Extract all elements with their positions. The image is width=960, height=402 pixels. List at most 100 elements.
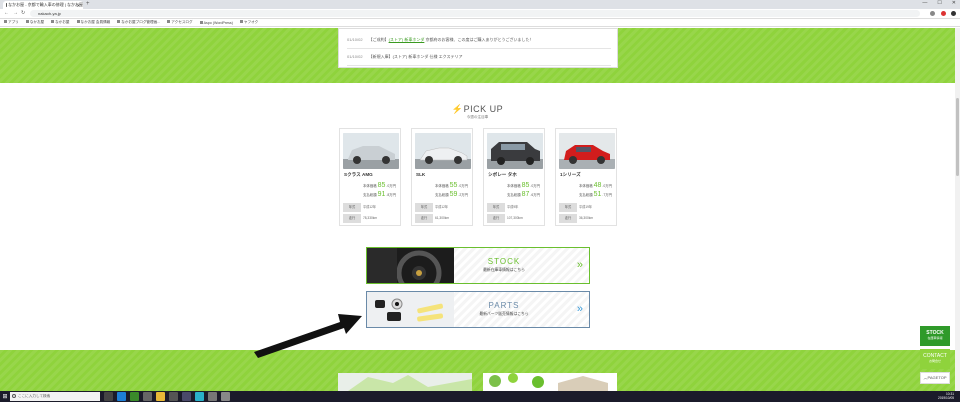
bookmark-item[interactable]: なかお屋: [51, 20, 70, 25]
car-price: 本体価格48.0万円: [579, 182, 612, 189]
app-icon[interactable]: [182, 392, 191, 401]
side-contact-subtitle: お問合せ: [928, 359, 941, 363]
bookmark-item[interactable]: なかお屋 会員情報: [76, 20, 110, 25]
pagetop-label: PAGETOP: [927, 375, 947, 380]
stock-banner-title: STOCK: [487, 257, 521, 266]
car-year: 年式 平成19年: [559, 203, 615, 212]
file-explorer-icon[interactable]: [156, 392, 165, 401]
news-link[interactable]: (ストア) 新車ホンダ: [389, 37, 425, 42]
car-name: Sクラス AMG: [344, 172, 373, 177]
search-icon: [12, 394, 16, 398]
taskbar: ⊞ ここに入力して検索 10:31 2019/10/05: [0, 391, 960, 402]
car-name: シボレー タホ: [488, 172, 517, 177]
browser-tab[interactable]: なかお屋 - 京都で輸入車の修理 | なかお屋 ✕: [3, 1, 83, 9]
green-band-bottom: [0, 350, 955, 391]
side-contact-button[interactable]: CONTACT お問合せ: [920, 349, 950, 369]
car-card[interactable]: シボレー タホ 本体価格85.0万円 支払総額87.6万円 年式 平成9年 走行 1…: [483, 128, 545, 226]
wordpress-icon: [199, 20, 203, 24]
store-icon[interactable]: [169, 392, 178, 401]
car-mileage: 走行 107,300km: [487, 214, 543, 223]
car-year: 年式 平成9年: [487, 203, 543, 212]
news-item[interactable]: 01/10/02 【新規入庫】(ストア) 新車ホンダ 仕様 エクステリア: [347, 54, 462, 60]
car-card[interactable]: Sクラス AMG 本体価格85.0万円 支払総額91.8万円 年式 平成12年 走…: [339, 128, 401, 226]
bookmark-item[interactable]: アクセスログ: [167, 20, 193, 25]
app-icon[interactable]: [208, 392, 217, 401]
close-tab-icon[interactable]: ✕: [77, 3, 80, 8]
task-view-icon[interactable]: [104, 392, 113, 401]
bookmark-item[interactable]: なかお屋ブログ管理画...: [117, 20, 160, 25]
taskbar-search-input[interactable]: ここに入力して検索: [10, 392, 100, 401]
bookmark-star-icon[interactable]: [930, 11, 935, 16]
address-bar: ← → ↻ nakaoh-ya.jp: [0, 9, 960, 19]
side-stock-subtitle: 在庫車情報: [927, 336, 943, 340]
car-price: 本体価格55.0万円: [435, 182, 468, 189]
window-controls: — ☐ ✕: [922, 0, 956, 6]
news-item[interactable]: 01/10/02 【ご成約】(ストア) 新車ホンダ 京都府のお客様、この度はご購入…: [347, 37, 533, 43]
folder-icon: [51, 20, 55, 23]
yahoo-icon: [239, 20, 243, 23]
car-mileage: 走行 61,300km: [415, 214, 471, 223]
mail-icon[interactable]: [143, 392, 152, 401]
car-price: 本体価格85.0万円: [507, 182, 540, 189]
car-total-price: 支払総額91.8万円: [363, 191, 396, 198]
link-icon: [167, 20, 171, 23]
car-price: 本体価格85.0万円: [363, 182, 396, 189]
car-total-price: 支払総額87.6万円: [507, 191, 540, 198]
new-tab-button[interactable]: +: [86, 1, 90, 7]
car-card[interactable]: 1シリーズ 本体価格48.0万円 支払総額51.7万円 年式 平成19年 走行 36…: [555, 128, 617, 226]
pagetop-button[interactable]: ︿PAGETOP: [920, 372, 950, 384]
folder-icon: [76, 20, 80, 23]
windows-start-icon[interactable]: ⊞: [0, 391, 10, 402]
car-total-price: 支払総額51.7万円: [579, 191, 612, 198]
car-year: 年式 平成12年: [343, 203, 399, 212]
chevron-right-icon: »: [576, 259, 583, 271]
app-icon[interactable]: [221, 392, 230, 401]
pickup-subtitle: 今週の注目車: [466, 115, 489, 119]
car-photo: [559, 133, 615, 169]
close-window-icon[interactable]: ✕: [952, 0, 956, 6]
divider: [347, 48, 611, 49]
tab-title: なかお屋 - 京都で輸入車の修理 | なかお屋: [8, 2, 83, 7]
maximize-icon[interactable]: ☐: [937, 0, 941, 6]
side-stock-button[interactable]: STOCK 在庫車情報: [920, 326, 950, 346]
chrome-icon[interactable]: [130, 392, 139, 401]
car-photo: [343, 133, 399, 169]
minimize-icon[interactable]: —: [922, 0, 927, 6]
car-card[interactable]: SLK 本体価格55.0万円 支払総額59.2万円 年式 平成12年 走行 61,3…: [411, 128, 473, 226]
bookmark-item[interactable]: アプリ: [4, 20, 19, 25]
menu-icon[interactable]: [951, 11, 956, 16]
bookmark-item[interactable]: なかお屋: [25, 20, 44, 25]
car-photo: [415, 133, 471, 169]
url-input[interactable]: nakaoh-ya.jp: [30, 10, 920, 17]
forward-icon[interactable]: →: [13, 10, 18, 16]
url-text: nakaoh-ya.jp: [38, 11, 61, 16]
parts-image: [367, 292, 454, 327]
car-total-price: 支払総額59.2万円: [435, 191, 468, 198]
car-mileage: 走行 36,300km: [559, 214, 615, 223]
bookmark-item[interactable]: ヤフオク: [239, 20, 258, 25]
steering-wheel-image: [367, 248, 454, 283]
bookmark-item[interactable]: Aspo (WordPress): [199, 20, 233, 25]
back-icon[interactable]: ←: [4, 10, 9, 16]
page-scrollbar[interactable]: [955, 28, 960, 391]
extension-icon[interactable]: [941, 11, 946, 16]
web-page: 01/10/02 【ご成約】(ストア) 新車ホンダ 京都府のお客様、この度はご購入…: [0, 28, 955, 391]
parts-banner[interactable]: PARTS 最新パーツ販売情報はこちら »: [366, 291, 590, 328]
parts-banner-subtitle: 最新パーツ販売情報はこちら: [479, 312, 529, 316]
car-photo: [487, 133, 543, 169]
system-clock[interactable]: 10:31 2019/10/05: [938, 392, 954, 400]
edge-icon[interactable]: [117, 392, 126, 401]
stock-banner[interactable]: STOCK 最新在庫車情報はこちら »: [366, 247, 590, 284]
car-name: 1シリーズ: [560, 172, 581, 177]
folder-icon: [25, 20, 29, 23]
parts-banner-title: PARTS: [488, 301, 520, 310]
bookmarks-bar: アプリ なかお屋 なかお屋 なかお屋 会員情報 なかお屋ブログ管理画... アク…: [0, 19, 960, 27]
apps-icon: [4, 20, 7, 23]
leaf-icon: ⚡: [451, 104, 464, 114]
reload-icon[interactable]: ↻: [21, 10, 25, 16]
car-name: SLK: [416, 172, 426, 177]
news-box: 01/10/02 【ご成約】(ストア) 新車ホンダ 京都府のお客様、この度はご購入…: [338, 28, 618, 68]
scrollbar-thumb[interactable]: [956, 98, 959, 176]
car-year: 年式 平成12年: [415, 203, 471, 212]
app-icon[interactable]: [195, 392, 204, 401]
